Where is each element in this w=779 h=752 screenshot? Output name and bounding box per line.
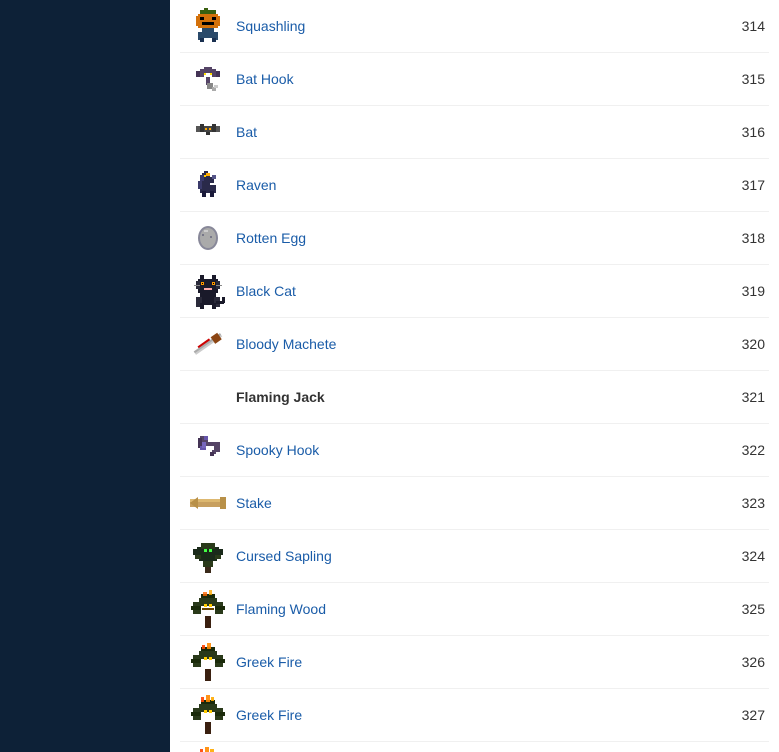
bloody-machete-icon	[184, 324, 232, 364]
cursed-sapling-icon	[184, 536, 232, 576]
list-item: Spooky Hook 322	[180, 424, 769, 477]
bat-hook-icon	[184, 59, 232, 99]
rotten-egg-number: 318	[705, 230, 765, 246]
flaming-jack-name: Flaming Jack	[232, 389, 705, 405]
greek-fire-1-number: 326	[705, 654, 765, 670]
black-cat-number: 319	[705, 283, 765, 299]
sidebar	[0, 0, 170, 752]
flaming-jack-number: 321	[705, 389, 765, 405]
black-cat-name[interactable]: Black Cat	[232, 283, 705, 299]
raven-name[interactable]: Raven	[232, 177, 705, 193]
list-item: Black Cat 319	[180, 265, 769, 318]
squashling-name[interactable]: Squashling	[232, 18, 705, 34]
greek-fire-1-name[interactable]: Greek Fire	[232, 654, 705, 670]
flaming-wood-icon	[184, 589, 232, 629]
rotten-egg-name[interactable]: Rotten Egg	[232, 230, 705, 246]
main-content: Squashling 314 Bat Hook 315	[170, 0, 779, 752]
bat-hook-number: 315	[705, 71, 765, 87]
flaming-jack-icon	[184, 377, 232, 417]
black-cat-icon	[184, 271, 232, 311]
greek-fire-2-name[interactable]: Greek Fire	[232, 707, 705, 723]
bat-number: 316	[705, 124, 765, 140]
greek-fire-3-icon	[184, 748, 232, 752]
list-item: Bat Hook 315	[180, 53, 769, 106]
list-item: Stake 323	[180, 477, 769, 530]
squashling-icon	[184, 6, 232, 46]
list-item: Cursed Sapling 324	[180, 530, 769, 583]
spooky-hook-icon	[184, 430, 232, 470]
cursed-sapling-number: 324	[705, 548, 765, 564]
spooky-hook-name[interactable]: Spooky Hook	[232, 442, 705, 458]
bloody-machete-number: 320	[705, 336, 765, 352]
list-item: Raven 317	[180, 159, 769, 212]
stake-number: 323	[705, 495, 765, 511]
list-item: Flaming Jack 321	[180, 371, 769, 424]
stake-icon	[184, 483, 232, 523]
flaming-wood-name[interactable]: Flaming Wood	[232, 601, 705, 617]
list-item: Bloody Machete 320	[180, 318, 769, 371]
greek-fire-2-number: 327	[705, 707, 765, 723]
bat-name[interactable]: Bat	[232, 124, 705, 140]
greek-fire-2-icon	[184, 695, 232, 735]
raven-icon	[184, 165, 232, 205]
flaming-wood-number: 325	[705, 601, 765, 617]
greek-fire-1-icon	[184, 642, 232, 682]
stake-name[interactable]: Stake	[232, 495, 705, 511]
list-item: Rotten Egg 318	[180, 212, 769, 265]
rotten-egg-icon	[184, 218, 232, 258]
list-item: Greek Fire 327	[180, 689, 769, 742]
list-item: Greek Fire 328	[180, 742, 769, 752]
list-item: Squashling 314	[180, 0, 769, 53]
spooky-hook-number: 322	[705, 442, 765, 458]
list-item: Flaming Wood 325	[180, 583, 769, 636]
list-item: Bat 316	[180, 106, 769, 159]
squashling-number: 314	[705, 18, 765, 34]
bloody-machete-name[interactable]: Bloody Machete	[232, 336, 705, 352]
list-item: Greek Fire 326	[180, 636, 769, 689]
cursed-sapling-name[interactable]: Cursed Sapling	[232, 548, 705, 564]
bat-icon	[184, 112, 232, 152]
raven-number: 317	[705, 177, 765, 193]
bat-hook-name[interactable]: Bat Hook	[232, 71, 705, 87]
